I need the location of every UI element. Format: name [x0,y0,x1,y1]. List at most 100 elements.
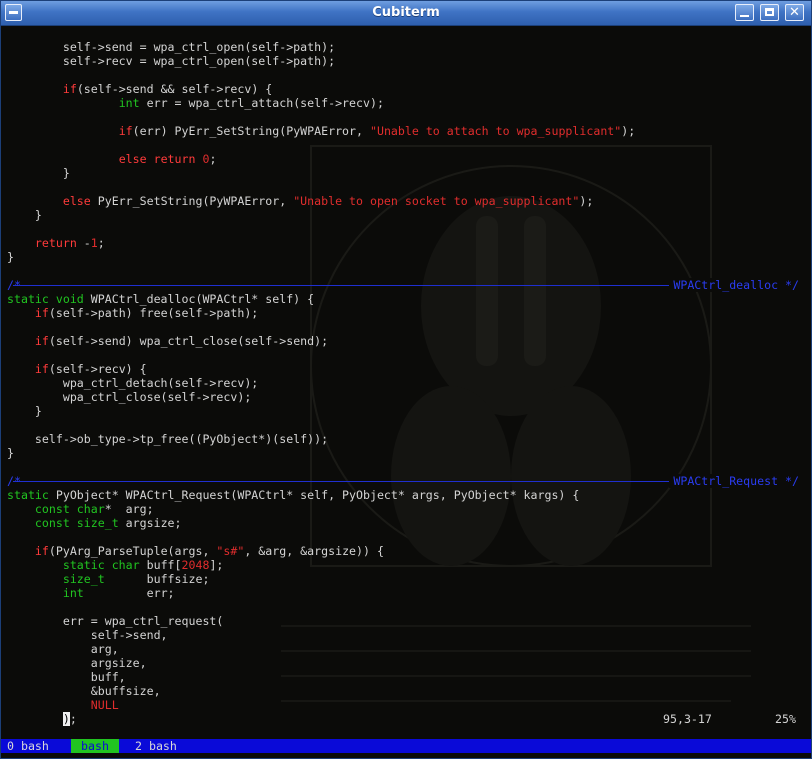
code-line: const char* arg; [7,502,154,516]
code-token: "s#" [216,544,245,558]
code-line: } [7,166,70,180]
code-token: arg, [7,642,119,656]
title-bar[interactable]: Cubiterm ✕ [1,1,811,26]
code-token: buff, [7,670,126,684]
code-line: argsize, [7,656,147,670]
code-line: if(self->send && self->recv) { [7,82,272,96]
screen-window-1-active[interactable]: bash [71,739,119,753]
code-line: if(PyArg_ParseTuple(args, "s#", &arg, &a… [7,544,384,558]
code-line: static PyObject* WPACtrl_Request(WPACtrl… [7,488,579,502]
code-line: buff, [7,670,126,684]
code-token: static char [62,558,140,572]
code-token: err = wpa_ctrl_request( [7,614,224,628]
code-token: argsize, [7,656,147,670]
code-token: if [34,334,49,348]
code-token: err; [83,586,175,600]
code-token: self->ob_type->tp_free((PyObject*)(self)… [7,432,329,446]
close-icon: ✕ [789,5,800,20]
code-token: self->send, [7,628,168,642]
separator-label: WPACtrl_Request */ [669,474,799,488]
window-title: Cubiterm [372,5,440,20]
scroll-percent: 25% [775,712,796,726]
code-token: "Unable to open socket to wpa_supplicant… [293,194,580,208]
code-line: else return 0; [7,152,217,166]
code-token: wpa_ctrl_detach(self->recv); [7,376,259,390]
code-token: ; [69,712,77,726]
screen-window-2[interactable]: 2 bash [135,739,177,753]
terminal-area[interactable]: self->send = wpa_ctrl_open(self->path); … [1,26,811,738]
minimize-button[interactable] [735,4,754,21]
code-line: } [7,404,42,418]
code-token: ; [97,236,105,250]
code-line: self->send = wpa_ctrl_open(self->path); [7,40,335,54]
code-token: wpa_ctrl_close(self->recv); [7,390,252,404]
code-token: int [118,96,140,110]
code-token: int [62,586,84,600]
code-token: WPACtrl_dealloc(WPACtrl* self) { [83,292,315,306]
code-line: wpa_ctrl_detach(self->recv); [7,376,258,390]
code-line: arg, [7,642,119,656]
code-token: buff[ [139,558,182,572]
code-token: } [7,250,14,264]
code-line: wpa_ctrl_close(self->recv); [7,390,251,404]
code-token: else [62,194,91,208]
background-image [281,145,751,702]
screen-window-0[interactable]: 0 bash [7,739,49,753]
code-line: static char buff[2048]; [7,558,224,572]
code-line: self->recv = wpa_ctrl_open(self->path); [7,54,335,68]
code-token: static void [7,292,84,306]
code-line: } [7,250,14,264]
code-line: } [7,446,14,460]
code-token: (PyArg_ParseTuple(args, [48,544,217,558]
code-token: &buffsize, [7,684,161,698]
terminal-window: Cubiterm ✕ self->send = wpa_ctrl_open(se… [0,0,812,759]
fold-separator: /* WPACtrl_dealloc */ [7,278,799,292]
close-button[interactable]: ✕ [785,4,804,21]
code-token: err = wpa_ctrl_attach(self->recv); [139,96,384,110]
text-cursor: ) [62,712,70,726]
code-line: else PyErr_SetString(PyWPAError, "Unable… [7,194,594,208]
code-token: - [76,236,91,250]
code-line: static void WPACtrl_dealloc(WPACtrl* sel… [7,292,314,306]
code-token: static [7,488,49,502]
code-token: argsize; [118,516,182,530]
separator-comment-start: /* [7,278,21,292]
maximize-button[interactable] [760,4,779,21]
code-token: (self->send && self->recv) { [76,82,273,96]
code-line: if(err) PyErr_SetString(PyWPAError, "Una… [7,124,636,138]
code-token: self->recv = wpa_ctrl_open(self->path); [7,54,336,68]
code-token: ); [621,124,636,138]
code-token: buffsize; [104,572,210,586]
code-token: 2048 [181,558,210,572]
code-token: , &arg, &argsize)) { [244,544,384,558]
code-token: return [34,236,77,250]
code-token: NULL [90,698,119,712]
code-token: } [7,208,42,222]
code-token: (self->path) free(self->path); [48,306,259,320]
screen-status-bar: 0 bash bash 2 bash [1,739,811,753]
code-line: if(self->recv) { [7,362,147,376]
code-token: * arg; [104,502,154,516]
code-token: PyErr_SetString(PyWPAError, [90,194,294,208]
code-token: ]; [209,558,224,572]
code-token: const size_t [34,516,119,530]
separator-comment-start: /* [7,474,21,488]
code-token: (self->recv) { [48,362,147,376]
code-token: const char [34,502,105,516]
code-line: const size_t argsize; [7,516,182,530]
code-line: err = wpa_ctrl_request( [7,614,224,628]
code-token: if [34,306,49,320]
code-token: if [62,82,77,96]
code-line: int err; [7,586,175,600]
code-line: &buffsize, [7,684,161,698]
code-line: ); [7,712,77,726]
